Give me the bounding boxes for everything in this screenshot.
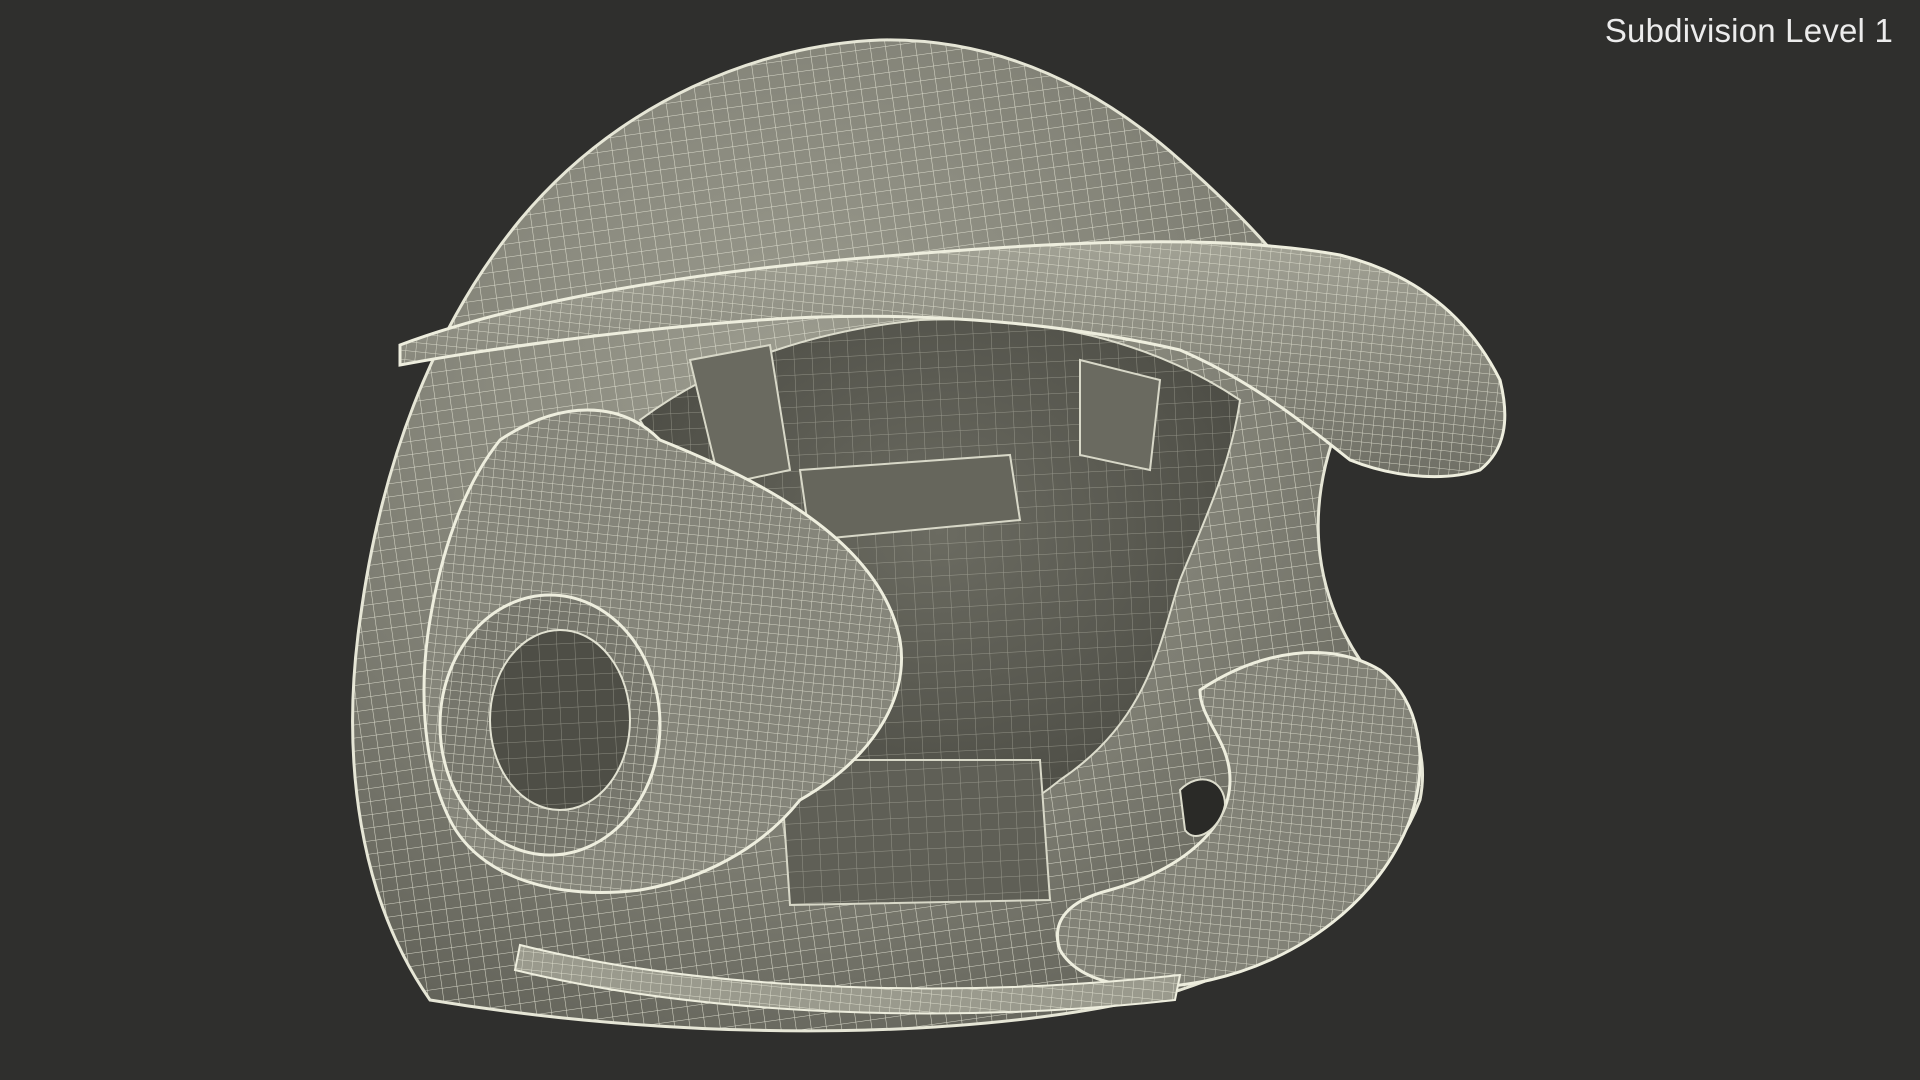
3d-viewport[interactable]: Subdivision Level 1 (0, 0, 1920, 1080)
subdivision-level-label: Subdivision Level 1 (1604, 12, 1893, 49)
helmet-wireframe-render (351, 38, 1507, 1033)
